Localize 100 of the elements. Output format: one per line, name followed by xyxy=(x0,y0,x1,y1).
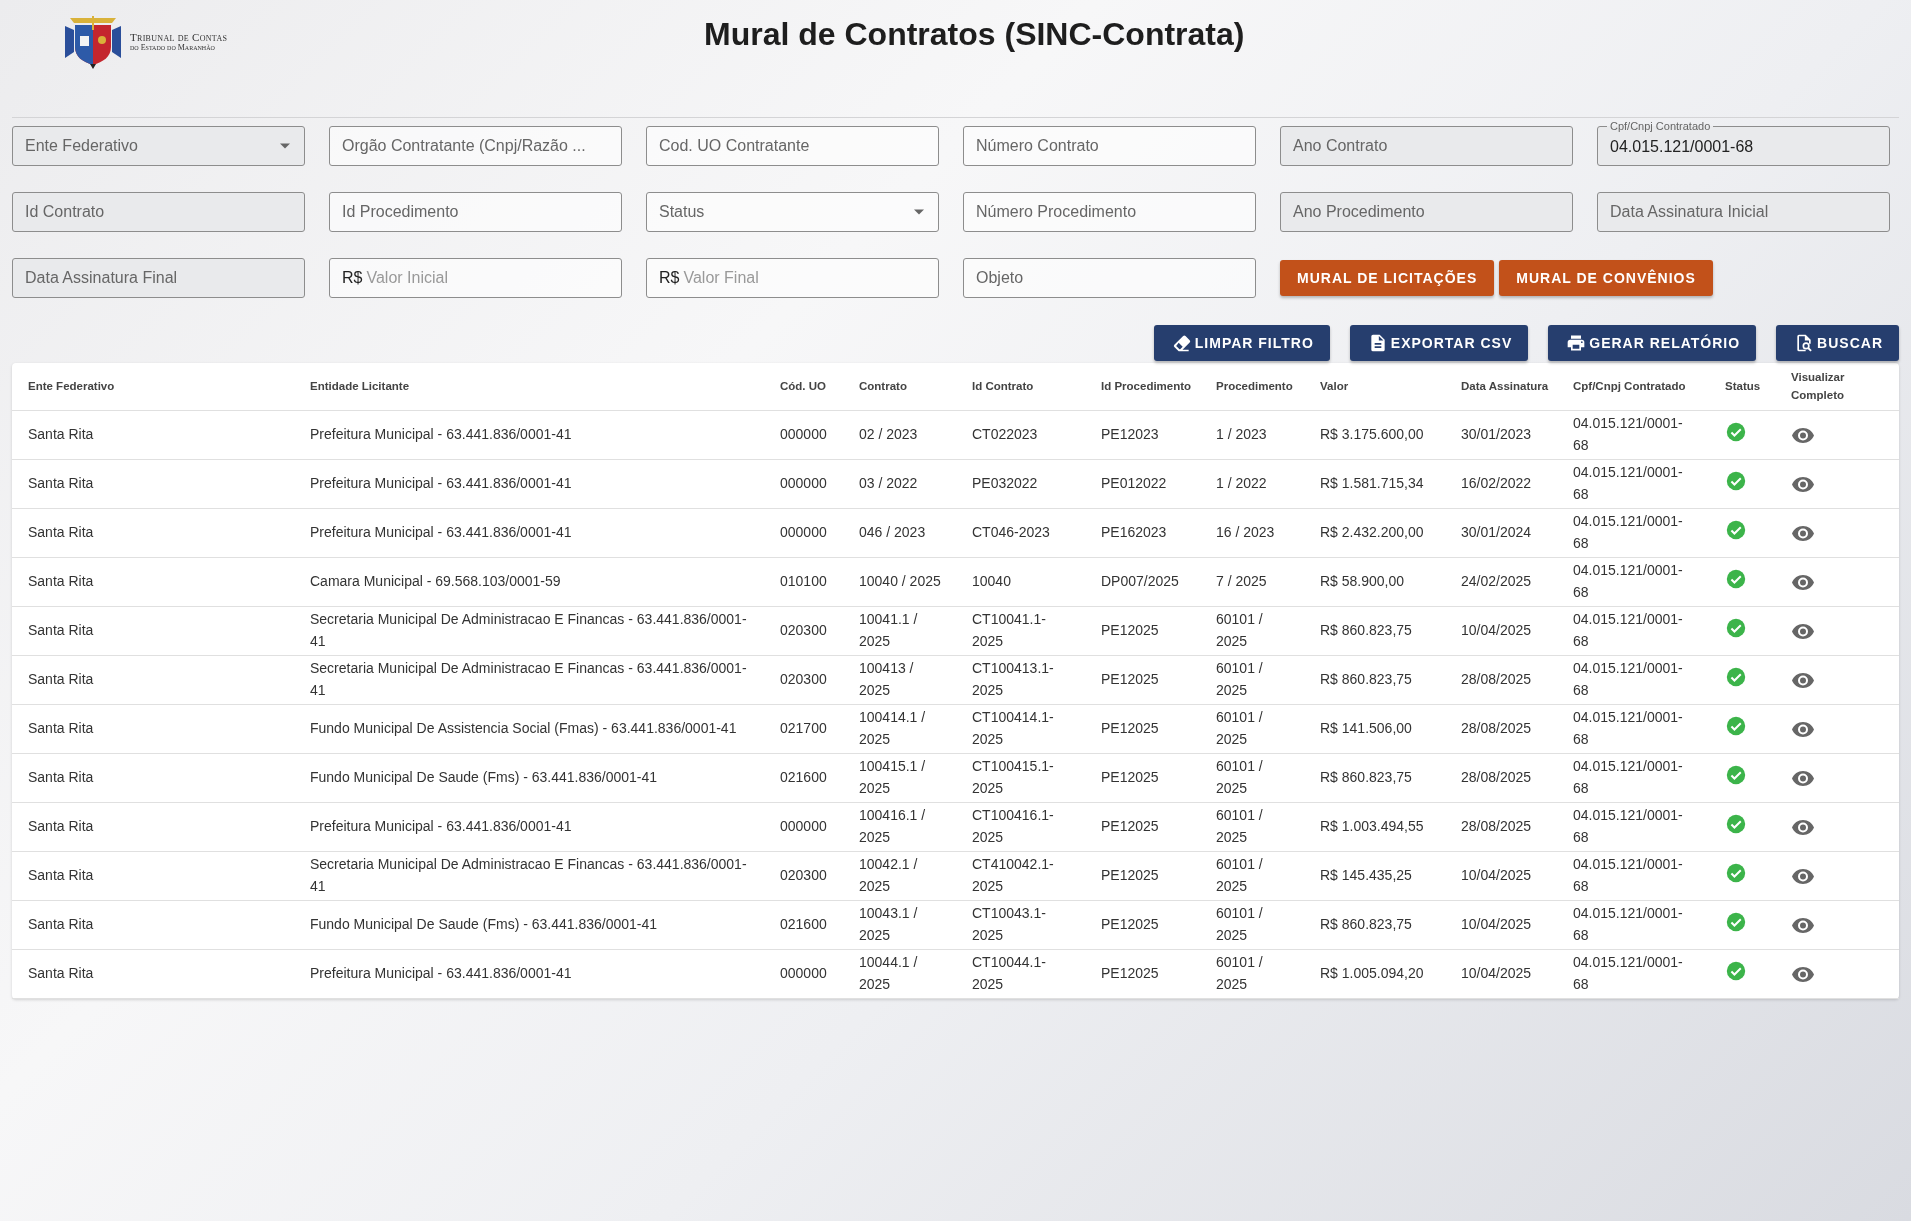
table-cell: 020300 xyxy=(764,655,843,705)
table-cell: 100415.1 / 2025 xyxy=(843,753,956,803)
table-cell: 28/08/2025 xyxy=(1445,655,1557,705)
table-cell: Fundo Municipal De Saude (Fms) - 63.441.836/0001-41 xyxy=(294,900,764,950)
table-cell: 010100 xyxy=(764,557,843,607)
dropdown-arrow-icon xyxy=(280,143,290,149)
table-cell: 24/02/2025 xyxy=(1445,557,1557,607)
page-title: Mural de Contratos (SINC-Contrata) xyxy=(704,16,1245,53)
table-cell: PE12025 xyxy=(1085,900,1200,950)
table-cell: PE12025 xyxy=(1085,851,1200,901)
table-cell: Prefeitura Municipal - 63.441.836/0001-41 xyxy=(294,410,764,460)
table-cell: 04.015.121/0001-68 xyxy=(1557,949,1709,999)
table-cell: 04.015.121/0001-68 xyxy=(1557,508,1709,558)
input-field[interactable]: R$ Valor Final xyxy=(646,258,939,298)
table-cell: Santa Rita xyxy=(12,410,294,460)
table-cell: 021600 xyxy=(764,900,843,950)
organization-subtitle: do Estado do Maranhão xyxy=(130,42,216,52)
table-cell: 02 / 2023 xyxy=(843,410,956,460)
table-cell: PE12025 xyxy=(1085,802,1200,852)
action-button[interactable]: LIMPAR FILTRO xyxy=(1153,325,1330,361)
table-cell: 10/04/2025 xyxy=(1445,851,1557,901)
column-header: Ente Federativo xyxy=(12,363,294,411)
table-cell: Santa Rita xyxy=(12,606,294,656)
table-cell: Fundo Municipal De Saude (Fms) - 63.441.836/0001-41 xyxy=(294,753,764,803)
table-cell: 04.015.121/0001-68 xyxy=(1557,851,1709,901)
table-cell: 10042.1 / 2025 xyxy=(843,851,956,901)
table-cell: 04.015.121/0001-68 xyxy=(1557,410,1709,460)
input-field[interactable]: Cod. UO Contratante xyxy=(646,126,939,166)
mural-link-button[interactable]: MURAL DE LICITAÇÕES xyxy=(1280,260,1495,296)
table-cell: 28/08/2025 xyxy=(1445,802,1557,852)
action-button[interactable]: GERAR RELATÓRIO xyxy=(1548,325,1757,361)
currency-prefix: R$ xyxy=(342,269,363,287)
column-header: Id Procedimento xyxy=(1085,363,1200,411)
table-cell: 10041.1 / 2025 xyxy=(843,606,956,656)
table-cell: R$ 860.823,75 xyxy=(1304,753,1445,803)
table-cell: R$ 141.506,00 xyxy=(1304,704,1445,754)
table-cell: R$ 860.823,75 xyxy=(1304,900,1445,950)
column-header: Contrato xyxy=(843,363,956,411)
action-button[interactable]: EXPORTAR CSV xyxy=(1349,325,1529,361)
input-field[interactable]: Id Procedimento xyxy=(329,192,622,232)
table-cell: PE162023 xyxy=(1085,508,1200,558)
table-cell: 04.015.121/0001-68 xyxy=(1557,802,1709,852)
input-field[interactable]: R$ Valor Inicial xyxy=(329,258,622,298)
table-cell: Prefeitura Municipal - 63.441.836/0001-41 xyxy=(294,802,764,852)
table-cell: R$ 860.823,75 xyxy=(1304,606,1445,656)
input-field[interactable]: Objeto xyxy=(963,258,1256,298)
table-cell: R$ 860.823,75 xyxy=(1304,655,1445,705)
table-cell: Santa Rita xyxy=(12,802,294,852)
table-cell: 021700 xyxy=(764,704,843,754)
table-cell: 28/08/2025 xyxy=(1445,753,1557,803)
table-cell: 000000 xyxy=(764,949,843,999)
table-cell: 100416.1 / 2025 xyxy=(843,802,956,852)
table-cell: 020300 xyxy=(764,851,843,901)
table-cell: 020300 xyxy=(764,606,843,656)
table-cell: 16/02/2022 xyxy=(1445,459,1557,509)
input-field[interactable]: Número Contrato xyxy=(963,126,1256,166)
table-cell: R$ 145.435,25 xyxy=(1304,851,1445,901)
column-header: Visualizar Completo xyxy=(1775,363,1899,411)
table-cell: Secretaria Municipal De Administracao E Financas - 63.441.836/0001-41 xyxy=(294,851,764,901)
placeholder-text: Valor Final xyxy=(683,269,759,287)
table-cell: CT100416.1-2025 xyxy=(956,802,1085,852)
table-cell: 60101 / 2025 xyxy=(1200,949,1304,999)
table-cell: 04.015.121/0001-68 xyxy=(1557,606,1709,656)
dropdown-arrow-icon xyxy=(914,209,924,215)
table-cell: Santa Rita xyxy=(12,753,294,803)
table-cell: Fundo Municipal De Assistencia Social (Fmas) - 63.441.836/0001-41 xyxy=(294,704,764,754)
column-header: Cpf/Cnpj Contratado xyxy=(1557,363,1709,411)
input-field[interactable]: Orgão Contratante (Cnpj/Razão ... xyxy=(329,126,622,166)
action-button[interactable]: BUSCAR xyxy=(1776,325,1899,361)
eraser-icon xyxy=(1171,333,1192,353)
table-cell: 04.015.121/0001-68 xyxy=(1557,557,1709,607)
table-cell: PE12023 xyxy=(1085,410,1200,460)
organization-name: Tribunal de Contas xyxy=(130,30,228,43)
table-cell: Santa Rita xyxy=(12,459,294,509)
table-cell: CT100413.1-2025 xyxy=(956,655,1085,705)
table-cell: PE012022 xyxy=(1085,459,1200,509)
table-cell: 100413 / 2025 xyxy=(843,655,956,705)
table-cell: 30/01/2024 xyxy=(1445,508,1557,558)
table-cell: PE12025 xyxy=(1085,949,1200,999)
table-cell: Prefeitura Municipal - 63.441.836/0001-41 xyxy=(294,508,764,558)
table-cell: 60101 / 2025 xyxy=(1200,851,1304,901)
table-cell: 1 / 2023 xyxy=(1200,410,1304,460)
table-cell: 04.015.121/0001-68 xyxy=(1557,459,1709,509)
table-cell: Santa Rita xyxy=(12,704,294,754)
table-cell: CT410042.1-2025 xyxy=(956,851,1085,901)
table-cell: CT022023 xyxy=(956,410,1085,460)
column-header: Data Assinatura xyxy=(1445,363,1557,411)
table-cell: 60101 / 2025 xyxy=(1200,900,1304,950)
select-field[interactable]: Status xyxy=(646,192,939,232)
table-cell: CT10043.1-2025 xyxy=(956,900,1085,950)
table-cell: PE032022 xyxy=(956,459,1085,509)
table-cell: 60101 / 2025 xyxy=(1200,753,1304,803)
table-cell: CT10044.1-2025 xyxy=(956,949,1085,999)
column-header: Id Contrato xyxy=(956,363,1085,411)
table-cell: 04.015.121/0001-68 xyxy=(1557,655,1709,705)
table-cell: PE12025 xyxy=(1085,753,1200,803)
table-cell: 60101 / 2025 xyxy=(1200,802,1304,852)
mural-link-button[interactable]: MURAL DE CONVÊNIOS xyxy=(1499,260,1713,296)
table-cell: 04.015.121/0001-68 xyxy=(1557,704,1709,754)
input-field[interactable]: Número Procedimento xyxy=(963,192,1256,232)
